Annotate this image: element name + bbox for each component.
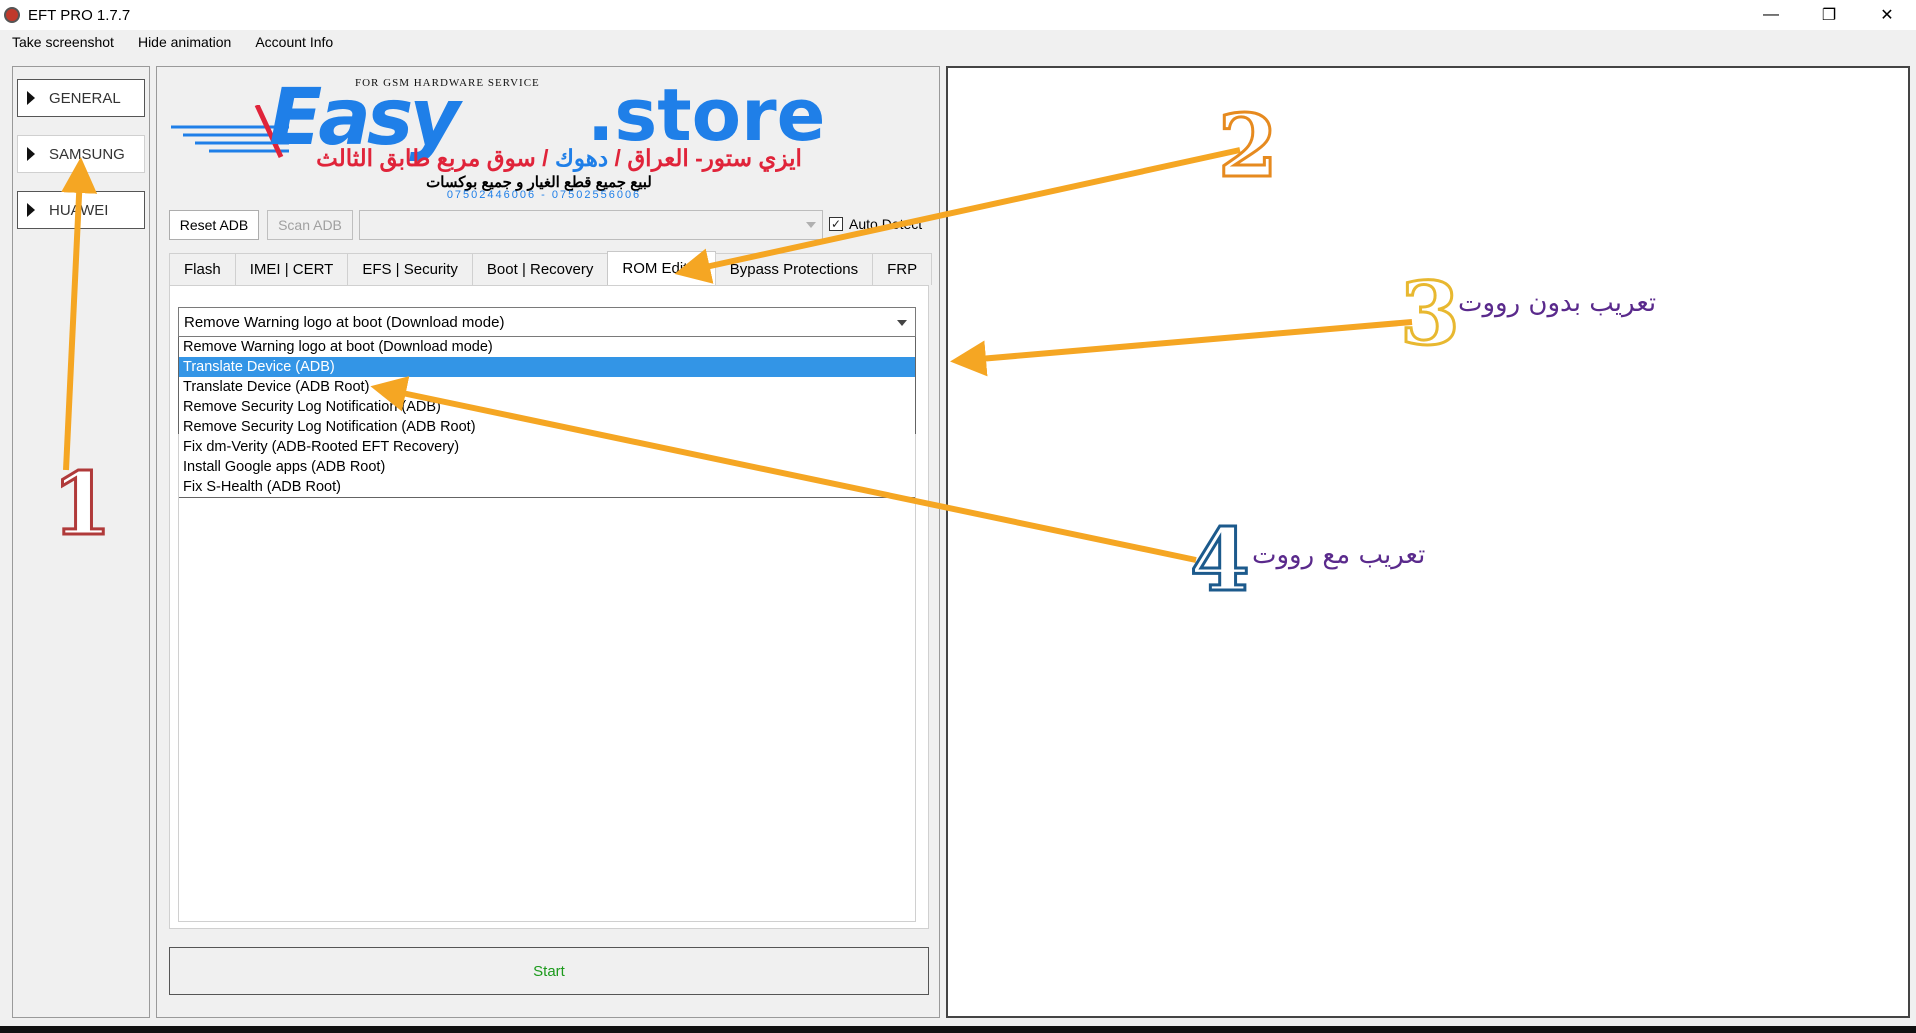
- window-controls: — ❐ ✕: [1742, 0, 1916, 30]
- rom-operation-value: Remove Warning logo at boot (Download mo…: [184, 313, 505, 331]
- logo-store-text: .store: [587, 73, 826, 157]
- scan-adb-button[interactable]: Scan ADB: [267, 210, 353, 240]
- option-translate-device-adb[interactable]: Translate Device (ADB): [179, 357, 915, 377]
- tab-boot-recovery[interactable]: Boot | Recovery: [471, 253, 609, 285]
- store-logo: FOR GSM HARDWARE SERVICE Easy .store ايز…: [169, 73, 929, 201]
- chevron-down-icon: [806, 222, 816, 228]
- tab-flash[interactable]: Flash: [169, 253, 236, 285]
- logo-arabic-part1: ايزي ستور- العراق /: [614, 145, 802, 171]
- category-samsung-button[interactable]: SAMSUNG: [17, 135, 145, 173]
- taskbar-edge: [0, 1026, 1916, 1033]
- rom-operation-select[interactable]: Remove Warning logo at boot (Download mo…: [178, 307, 916, 337]
- maximize-button[interactable]: ❐: [1800, 0, 1858, 30]
- logo-arabic-address: ايزي ستور- العراق / دهوك / سوق مربع طابق…: [189, 145, 929, 172]
- minimize-button[interactable]: —: [1742, 0, 1800, 30]
- rom-editor-body: [178, 434, 916, 922]
- auto-detect-label: Auto Detect: [849, 216, 923, 232]
- tab-bar: Flash IMEI | CERT EFS | Security Boot | …: [169, 251, 933, 285]
- app-icon: [4, 7, 20, 23]
- tab-imei-cert[interactable]: IMEI | CERT: [234, 253, 349, 285]
- logo-arabic-part2: / سوق مربع طابق الثالث: [316, 145, 549, 171]
- expand-arrow-icon: [27, 203, 35, 217]
- auto-detect-checkbox[interactable]: ✓: [829, 217, 843, 231]
- category-label: HUAWEI: [49, 201, 109, 219]
- option-remove-security-log-adb[interactable]: Remove Security Log Notification (ADB): [179, 397, 915, 417]
- start-button[interactable]: Start: [169, 947, 929, 995]
- expand-arrow-icon: [27, 147, 35, 161]
- tab-frp[interactable]: FRP: [872, 253, 933, 285]
- tab-bypass-protections[interactable]: Bypass Protections: [714, 253, 874, 285]
- close-button[interactable]: ✕: [1858, 0, 1916, 30]
- log-panel: [946, 66, 1910, 1018]
- app-window: EFT PRO 1.7.7 — ❐ ✕ Take screenshot Hide…: [0, 0, 1916, 1033]
- option-translate-device-adb-root[interactable]: Translate Device (ADB Root): [179, 377, 915, 397]
- chevron-down-icon: [897, 320, 907, 326]
- main-panel: FOR GSM HARDWARE SERVICE Easy .store ايز…: [156, 66, 940, 1018]
- menu-account-info[interactable]: Account Info: [243, 34, 345, 50]
- category-label: SAMSUNG: [49, 145, 125, 163]
- reset-adb-button[interactable]: Reset ADB: [169, 210, 259, 240]
- logo-arabic-city: دهوك: [554, 145, 609, 171]
- window-title: EFT PRO 1.7.7: [28, 6, 131, 24]
- category-panel: GENERAL SAMSUNG HUAWEI: [12, 66, 150, 1018]
- expand-arrow-icon: [27, 91, 35, 105]
- logo-phone-numbers: 07502446006 - 07502556006: [446, 189, 642, 201]
- tab-efs-security[interactable]: EFS | Security: [347, 253, 473, 285]
- category-general-button[interactable]: GENERAL: [17, 79, 145, 117]
- title-bar: EFT PRO 1.7.7 — ❐ ✕: [0, 0, 1916, 30]
- category-label: GENERAL: [49, 89, 121, 107]
- option-remove-warning-logo[interactable]: Remove Warning logo at boot (Download mo…: [179, 337, 915, 357]
- tab-rom-editor[interactable]: ROM Editor: [607, 251, 716, 285]
- rom-editor-page: Remove Warning logo at boot (Download mo…: [169, 285, 929, 929]
- category-huawei-button[interactable]: HUAWEI: [17, 191, 145, 229]
- menu-bar: Take screenshot Hide animation Account I…: [0, 30, 1916, 54]
- menu-hide-animation[interactable]: Hide animation: [126, 34, 243, 50]
- device-select[interactable]: [359, 210, 823, 240]
- menu-take-screenshot[interactable]: Take screenshot: [0, 34, 126, 50]
